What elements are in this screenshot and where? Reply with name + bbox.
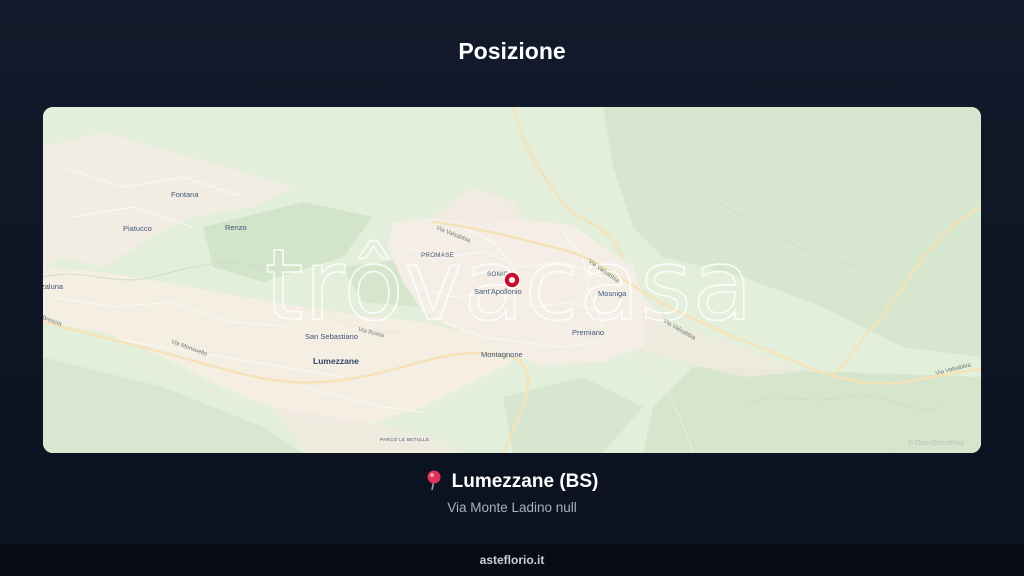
map-label-lumezzane: Lumezzane <box>313 356 359 366</box>
location-marker-icon[interactable] <box>503 271 521 289</box>
map-label-parco: PARCO LE BETULLE <box>380 437 429 442</box>
map-view[interactable]: trôvacasa Fontana Piatucco Renzo zaluna … <box>43 107 981 453</box>
map-label-renzo: Renzo <box>225 223 247 232</box>
map-label-premiano: Premiano <box>572 328 604 337</box>
map-label-piatucco: Piatucco <box>123 224 152 233</box>
map-label-montagnone: Montagnone <box>481 350 523 359</box>
location-address: Via Monte Ladino null <box>447 500 577 515</box>
map-label-promase: PROMASE <box>421 252 454 259</box>
map-label-fontana: Fontana <box>171 190 199 199</box>
footer-site-link[interactable]: asteflorio.it <box>480 553 545 567</box>
map-label-zaluna: zaluna <box>43 282 64 291</box>
pushpin-icon <box>426 470 442 496</box>
footer: asteflorio.it <box>0 544 1024 576</box>
location-heading: Lumezzane (BS) <box>0 470 1024 496</box>
map-canvas: trôvacasa Fontana Piatucco Renzo zaluna … <box>43 107 981 453</box>
map-attribution[interactable]: © OpenStreetMap <box>908 439 965 447</box>
location-city: Lumezzane (BS) <box>451 471 599 492</box>
map-label-mosniga: Mosniga <box>598 289 627 298</box>
map-label-san-sebastiano: San Sebastiano <box>305 332 358 341</box>
page-title: Posizione <box>458 38 566 64</box>
